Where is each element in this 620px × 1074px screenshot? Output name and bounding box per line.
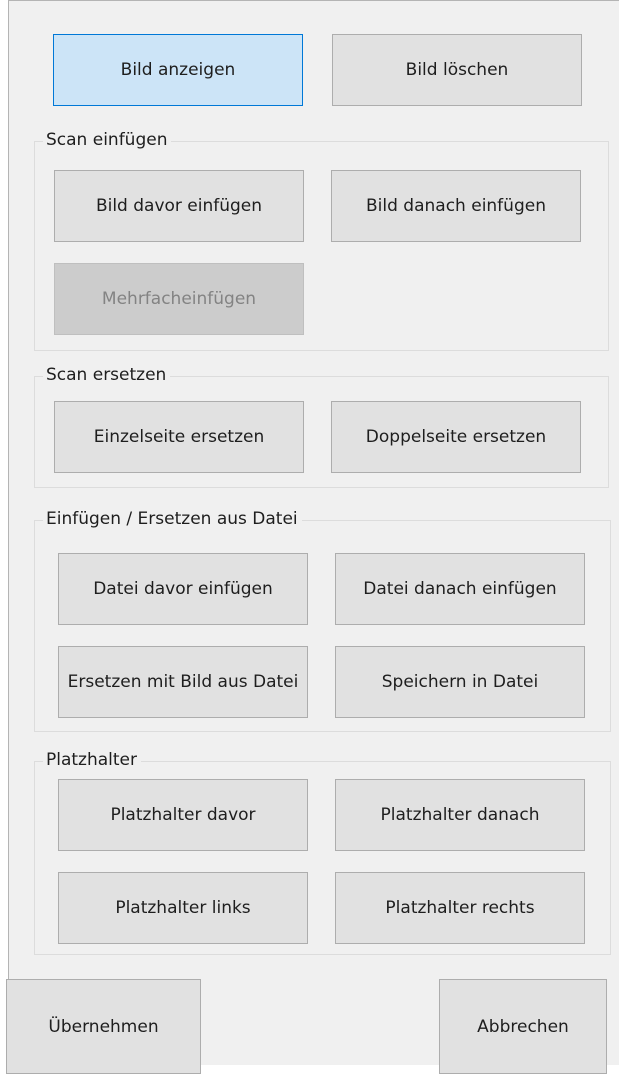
dialog-panel: Bild anzeigen Bild löschen Scan einfügen… [6,0,619,1074]
insert-file-before-button[interactable]: Datei davor einfügen [58,553,308,625]
placeholder-title: Platzhalter [43,749,142,771]
replace-double-page-button[interactable]: Doppelseite ersetzen [331,401,581,473]
cancel-button[interactable]: Abbrechen [439,979,607,1074]
replace-with-file-image-button[interactable]: Ersetzen mit Bild aus Datei [58,646,308,718]
scan-insert-title: Scan einfügen [43,129,172,151]
file-operations-title: Einfügen / Ersetzen aus Datei [43,508,302,530]
scan-replace-title: Scan ersetzen [43,364,171,386]
insert-image-after-button[interactable]: Bild danach einfügen [331,170,581,242]
show-image-button[interactable]: Bild anzeigen [53,34,303,106]
insert-file-after-button[interactable]: Datei danach einfügen [335,553,585,625]
delete-image-button[interactable]: Bild löschen [332,34,582,106]
apply-button[interactable]: Übernehmen [6,979,201,1074]
placeholder-right-button[interactable]: Platzhalter rechts [335,872,585,944]
placeholder-after-button[interactable]: Platzhalter danach [335,779,585,851]
save-to-file-button[interactable]: Speichern in Datei [335,646,585,718]
placeholder-before-button[interactable]: Platzhalter davor [58,779,308,851]
replace-single-page-button[interactable]: Einzelseite ersetzen [54,401,304,473]
placeholder-left-button[interactable]: Platzhalter links [58,872,308,944]
insert-image-before-button[interactable]: Bild davor einfügen [54,170,304,242]
multi-insert-button[interactable]: Mehrfacheinfügen [54,263,304,335]
